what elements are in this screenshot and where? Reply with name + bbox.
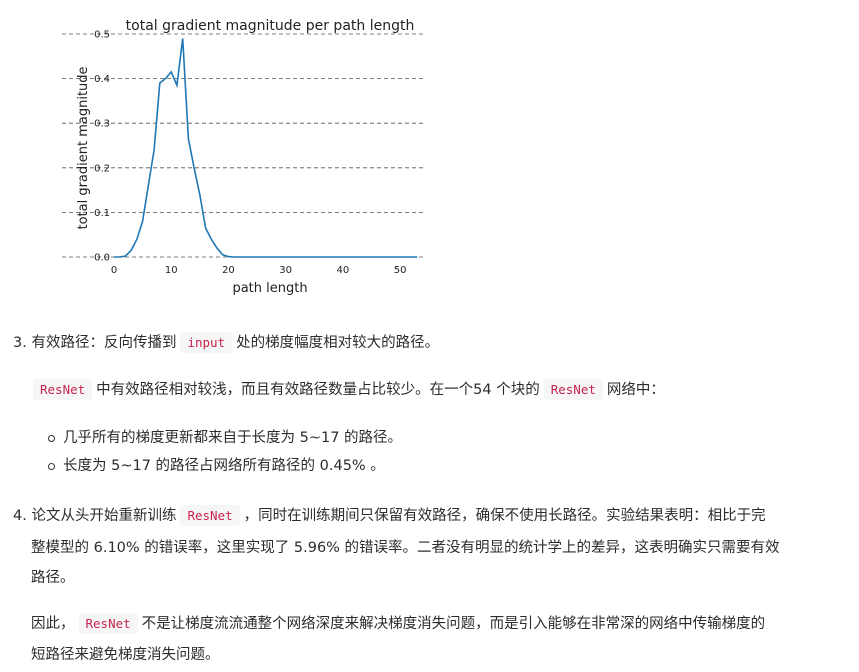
y-tick-label: 0.1 [94,208,110,219]
list-item-3: 3. 有效路径：反向传播到 input 处的梯度幅度相对较大的路径。 [13,328,439,358]
code-resnet: ResNet [78,613,138,634]
x-tick-label: 50 [394,265,407,276]
chart-title: total gradient magnitude per path length [126,18,415,34]
item-text: 有效路径：反向传播到 [31,335,177,351]
bullet-item: 几乎所有的梯度更新都来自于长度为 5~17 的路径。 [46,424,402,452]
y-tick-label: 0.0 [94,253,110,264]
code-input: input [180,332,233,353]
list-item-4-line2: 整模型的 6.10% 的错误率，这里实现了 5.96% 的错误率。二者没有明显的… [31,540,780,556]
conclusion-line2: 短路径来避免梯度消失问题。 [31,647,220,663]
item-number: 4. [13,508,27,524]
conclusion-paragraph: 因此， ResNet 不是让梯度流流通整个网络深度来解决梯度消失问题，而是引入能够在… [31,609,765,639]
resnet-paragraph: ResNet 中有效路径相对较浅，而且有效路径数量占比较少。在一个54 个块的 Re… [33,375,665,405]
list-item-4: 4. 论文从头开始重新训练 ResNet ，同时在训练期间只保留有效路径，确保不使用… [13,501,766,531]
chart-ticks: 0.0 0.1 0.2 0.3 0.4 0.5 0 10 20 30 40 50 [94,30,406,277]
x-tick-label: 10 [165,265,178,276]
x-tick-label: 0 [111,265,117,276]
paragraph-text: 因此， [31,616,75,632]
y-tick-label: 0.2 [94,163,110,174]
item-text: ，同时在训练期间只保留有效路径，确保不使用长路径。实验结果表明：相比于完 [243,508,766,524]
x-tick-label: 30 [279,265,292,276]
y-tick-label: 0.4 [94,74,110,85]
y-tick-label: 0.3 [94,119,110,130]
x-axis-label: path length [232,281,307,296]
x-tick-label: 20 [222,265,235,276]
list-item-4-line3: 路径。 [31,570,75,586]
x-tick-label: 40 [337,265,350,276]
item-number: 3. [13,335,27,351]
y-tick-label: 0.5 [94,30,110,41]
series-line [114,38,418,258]
item-text: 处的梯度幅度相对较大的路径。 [236,335,440,351]
gradient-chart: total gradient magnitude per path length… [62,18,423,296]
y-axis-label: total gradient magnitude [76,66,91,229]
code-resnet: ResNet [33,379,93,400]
code-resnet: ResNet [543,379,603,400]
paragraph-text: 中有效路径相对较浅，而且有效路径数量占比较少。在一个54 个块的 [96,382,540,398]
paragraph-text: 不是让梯度流流通整个网络深度来解决梯度消失问题，而是引入能够在非常深的网络中传输… [141,616,766,632]
item-text: 论文从头开始重新训练 [31,508,177,524]
bullet-item: 长度为 5~17 的路径占网络所有路径的 0.45% 。 [46,452,402,480]
chart-grid [62,33,423,258]
paragraph-text: 网络中： [606,382,665,398]
bullet-list: 几乎所有的梯度更新都来自于长度为 5~17 的路径。 长度为 5~17 的路径占… [46,424,402,480]
code-resnet: ResNet [180,505,240,526]
